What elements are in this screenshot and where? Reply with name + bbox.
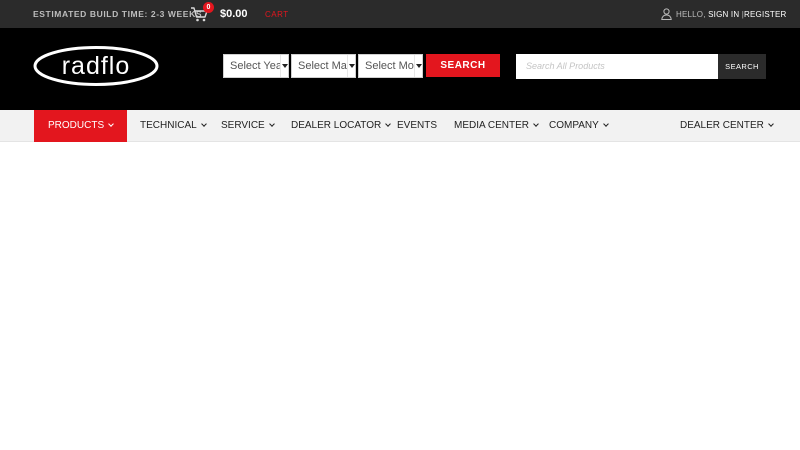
user-icon (661, 8, 672, 20)
site-header: radflo Select Year Select Make Select Mo… (0, 28, 800, 110)
chevron-down-icon (108, 121, 114, 127)
nav-item-dealer-locator[interactable]: DEALER LOCATOR (291, 110, 392, 142)
register-link[interactable]: REGISTER (744, 10, 787, 19)
nav-item-label: DEALER CENTER (680, 120, 764, 131)
chevron-down-icon (347, 55, 355, 77)
nav-item-label: MEDIA CENTER (454, 120, 530, 131)
nav-item-dealer-center[interactable]: DEALER CENTER (680, 110, 774, 142)
nav-item-label: TECHNICAL (140, 120, 197, 131)
chevron-down-icon (385, 121, 392, 127)
nav-item-label: COMPANY (549, 120, 599, 131)
select-year-value: Select Year (230, 60, 286, 72)
cart-total[interactable]: $0.00 (220, 8, 248, 20)
chevron-down-icon (280, 55, 288, 77)
cart-link[interactable]: CART (265, 10, 289, 19)
product-search-input[interactable]: Search All Products (516, 54, 718, 79)
chevron-down-icon (200, 121, 207, 127)
build-time-notice: ESTIMATED BUILD TIME: 2-3 WEEKS (33, 9, 203, 19)
chevron-down-icon (414, 55, 422, 77)
main-nav: PRODUCTS TECHNICAL SERVICE DEALER LOCATO… (0, 110, 800, 142)
chevron-down-icon (602, 121, 609, 127)
cart-count-badge: 0 (203, 2, 214, 13)
vehicle-search-button[interactable]: SEARCH (426, 54, 500, 77)
product-search-button[interactable]: SEARCH (718, 54, 766, 79)
greeting-text: HELLO, (676, 10, 706, 19)
logo-text: radflo (62, 52, 131, 80)
sign-in-link[interactable]: SIGN IN (708, 10, 739, 19)
nav-item-label: DEALER LOCATOR (291, 120, 382, 131)
chevron-down-icon (533, 121, 539, 127)
nav-item-products[interactable]: PRODUCTS (34, 110, 127, 142)
account-links: HELLO, SIGN IN |REGISTER (676, 10, 787, 19)
nav-item-technical[interactable]: TECHNICAL (140, 110, 207, 142)
top-utility-bar: ESTIMATED BUILD TIME: 2-3 WEEKS 0 $0.00 … (0, 0, 800, 28)
select-year[interactable]: Select Year (223, 54, 289, 78)
nav-item-label: EVENTS (397, 120, 438, 131)
chevron-down-icon (268, 121, 275, 127)
nav-item-label: PRODUCTS (48, 120, 105, 131)
nav-item-events[interactable]: EVENTS (397, 110, 437, 142)
product-search-placeholder: Search All Products (526, 61, 605, 71)
nav-item-company[interactable]: COMPANY (549, 110, 609, 142)
nav-item-media-center[interactable]: MEDIA CENTER (454, 110, 539, 142)
radflo-logo[interactable]: radflo (33, 46, 159, 86)
select-model[interactable]: Select Model (358, 54, 423, 78)
page-content (0, 143, 800, 450)
select-make[interactable]: Select Make (291, 54, 356, 78)
nav-item-label: SERVICE (221, 120, 265, 131)
chevron-down-icon (768, 121, 774, 127)
nav-item-service[interactable]: SERVICE (221, 110, 275, 142)
